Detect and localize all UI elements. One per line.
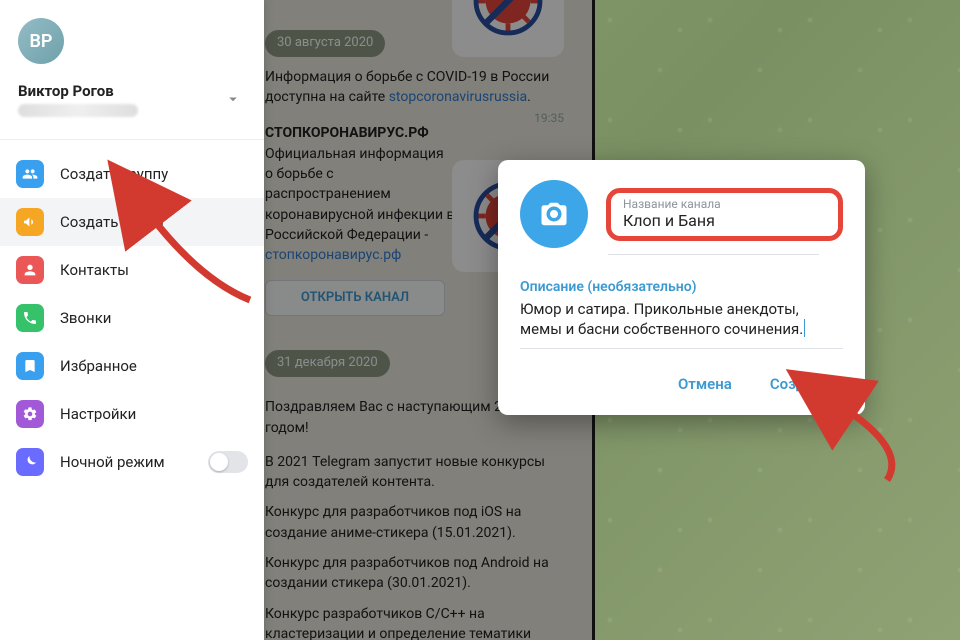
menu-create-channel[interactable]: Создать канал [0,198,264,246]
message-text: В 2021 Telegram запустит новые конкурсы … [265,452,572,493]
avatar[interactable]: ВР [18,18,64,64]
menu-settings[interactable]: Настройки [0,390,264,438]
phone-icon [16,304,44,332]
menu-label: Создать группу [60,165,168,183]
sidebar-header: ВР Виктор Рогов [0,0,264,133]
chevron-down-icon [224,90,242,112]
cancel-button[interactable]: Отмена [664,367,746,401]
menu-night-mode[interactable]: Ночной режим [0,438,264,486]
message-text: Конкурс для разработчиков под Android на… [265,553,572,594]
open-channel-button[interactable]: ОТКРЫТЬ КАНАЛ [265,280,445,317]
menu-label: Контакты [60,261,129,279]
moon-icon [16,448,44,476]
source-title: СТОПКОРОНАВИРУС.РФ [265,123,572,143]
menu-calls[interactable]: Звонки [0,294,264,342]
menu-label: Звонки [60,309,111,327]
sidebar-menu: Создать группу Создать канал Контакты Зв… [0,144,264,492]
channel-desc-text: Юмор и сатира. Прикольные анекдоты, мемы… [520,300,803,338]
menu-label: Избранное [60,357,137,375]
message: Официальная информация о борьбе с распро… [265,144,455,266]
channel-name-field-hilight: Название канала Клоп и Баня [606,188,843,241]
bookmark-icon [16,352,44,380]
message-time: 19:35 [534,110,564,127]
gear-icon [16,400,44,428]
user-icon [16,256,44,284]
menu-label: Ночной режим [60,453,165,471]
message-link[interactable]: stopcoronavirusrussia [389,89,527,105]
input-underline [520,348,843,349]
night-mode-toggle[interactable] [208,451,248,473]
covid-image [452,0,564,57]
message-link[interactable]: стопкоронавирус.рф [265,247,401,263]
create-button[interactable]: Создать [756,367,843,401]
menu-label: Настройки [60,405,136,423]
people-icon [16,160,44,188]
menu-create-group[interactable]: Создать группу [0,150,264,198]
account-name: Виктор Рогов [18,82,246,100]
message: Информация о борьбе с COVID-19 в России … [265,67,572,108]
menu-label: Создать канал [60,213,164,231]
sidebar: ВР Виктор Рогов Создать группу [0,0,264,640]
separator [0,139,264,140]
message-text: Конкурс для разработчиков под iOS на соз… [265,502,572,543]
channel-desc-label: Описание (необязательно) [520,279,843,295]
menu-contacts[interactable]: Контакты [0,246,264,294]
create-channel-dialog: Название канала Клоп и Баня Описание (не… [498,160,865,415]
megaphone-icon [16,208,44,236]
input-underline [608,254,819,255]
menu-saved[interactable]: Избранное [0,342,264,390]
account-phone-blurred [18,104,138,117]
upload-photo-button[interactable] [520,180,588,248]
text-cursor [804,319,805,337]
message-body: В 2021 Telegram запустит новые конкурсы … [265,452,572,640]
account-switcher[interactable]: Виктор Рогов [18,82,246,127]
date-chip: 30 августа 2020 [265,30,385,57]
channel-desc-input[interactable]: Юмор и сатира. Прикольные анекдоты, мемы… [520,299,843,340]
app-root: 19:35 30 августа 2020 Информация о борьб… [0,0,960,640]
coronavirus-icon [468,0,548,41]
date-chip: 31 декабря 2020 [265,350,390,377]
message-text: Конкурс разработчиков C/C++ на кластериз… [265,604,572,640]
dialog-actions: Отмена Создать [520,367,843,401]
channel-name-label: Название канала [623,197,826,211]
message-text: Официальная информация о борьбе с распро… [265,146,455,243]
camera-icon [539,199,569,229]
channel-name-input[interactable]: Клоп и Баня [623,211,826,230]
